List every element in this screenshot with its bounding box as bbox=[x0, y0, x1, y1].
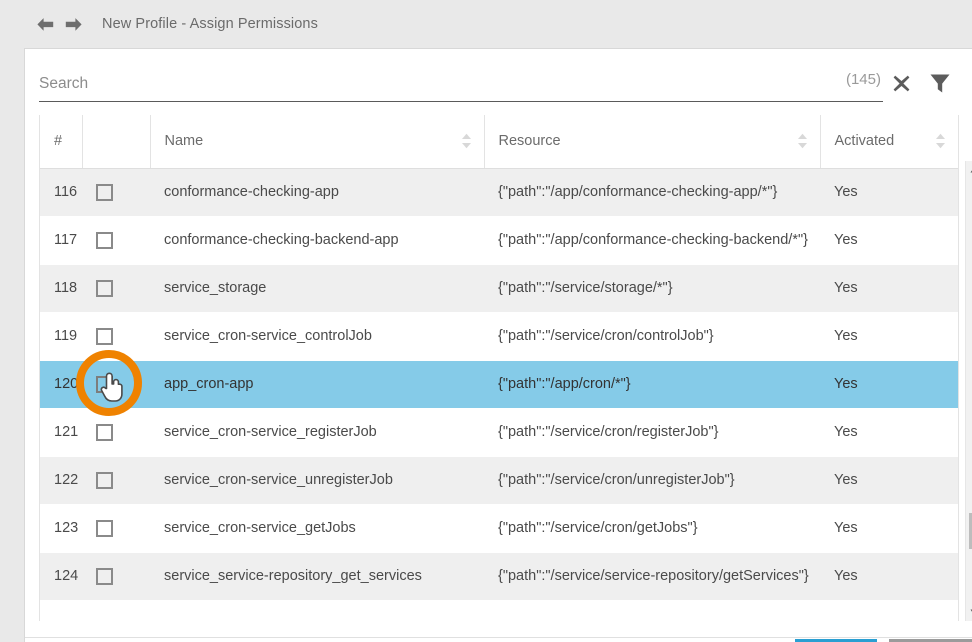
cell-checkbox[interactable] bbox=[82, 216, 150, 264]
column-header-resource-label: Resource bbox=[499, 133, 561, 149]
column-header-number[interactable]: # bbox=[40, 115, 82, 168]
row-select-checkbox[interactable] bbox=[96, 472, 113, 489]
cell-activated: Yes bbox=[820, 264, 958, 312]
cell-checkbox[interactable] bbox=[82, 552, 150, 600]
cell-resource: {"path":"/app/conformance-checking-app/*… bbox=[484, 168, 820, 216]
row-select-checkbox[interactable] bbox=[96, 424, 113, 441]
cell-name: service_cron-service_controlJob bbox=[150, 312, 484, 360]
assign-permissions-dialog: (145) # bbox=[24, 48, 972, 642]
column-header-number-label: # bbox=[54, 133, 62, 149]
table-row[interactable]: 116 conformance-checking-app{"path":"/app… bbox=[40, 168, 958, 216]
cell-activated: Yes bbox=[820, 552, 958, 600]
cell-resource: {"path":"/service/cron/unregisterJob"} bbox=[484, 456, 820, 504]
triangle-down-icon[interactable] bbox=[966, 604, 972, 621]
cell-name: service_cron-service_registerJob bbox=[150, 408, 484, 456]
cell-activated: Yes bbox=[820, 168, 958, 216]
cell-name: conformance-checking-app bbox=[150, 168, 484, 216]
cell-row-number: 119 bbox=[40, 312, 82, 360]
permissions-table-container: # Name Resource bbox=[39, 115, 959, 621]
cell-activated: Yes bbox=[820, 408, 958, 456]
vertical-scrollbar[interactable] bbox=[965, 161, 972, 621]
column-header-name[interactable]: Name bbox=[150, 115, 484, 168]
search-bar: (145) bbox=[25, 49, 972, 111]
column-header-resource[interactable]: Resource bbox=[484, 115, 820, 168]
cell-name: service_storage bbox=[150, 264, 484, 312]
cell-checkbox[interactable] bbox=[82, 504, 150, 552]
cell-resource: {"path":"/service/storage/*"} bbox=[484, 264, 820, 312]
cell-row-number: 123 bbox=[40, 504, 82, 552]
cell-name: service_cron-service_getJobs bbox=[150, 504, 484, 552]
result-count-label: (145) bbox=[821, 71, 881, 88]
table-row[interactable]: 123 service_cron-service_getJobs{"path":"… bbox=[40, 504, 958, 552]
cell-name: service_service-repository_get_services bbox=[150, 552, 484, 600]
cell-activated: Yes bbox=[820, 504, 958, 552]
cell-checkbox[interactable] bbox=[82, 168, 150, 216]
cell-activated: Yes bbox=[820, 216, 958, 264]
filter-funnel-icon[interactable] bbox=[927, 70, 953, 96]
row-select-checkbox[interactable] bbox=[96, 520, 113, 537]
table-header: # Name Resource bbox=[40, 115, 958, 168]
column-header-checkbox bbox=[82, 115, 150, 168]
cell-resource: {"path":"/service/cron/registerJob"} bbox=[484, 408, 820, 456]
cell-checkbox[interactable] bbox=[82, 264, 150, 312]
table-row[interactable]: 119 service_cron-service_controlJob{"path… bbox=[40, 312, 958, 360]
table-body: 116conformance-checking-app{"path":"/app… bbox=[40, 168, 958, 600]
row-select-checkbox[interactable] bbox=[96, 328, 113, 345]
cell-resource: {"path":"/service/cron/controlJob"} bbox=[484, 312, 820, 360]
column-header-activated[interactable]: Activated bbox=[820, 115, 958, 168]
cell-activated: Yes bbox=[820, 360, 958, 408]
arrow-left-icon[interactable] bbox=[34, 13, 56, 35]
cell-resource: {"path":"/service/service-repository/get… bbox=[484, 552, 820, 600]
application-window: New Profile - Assign Permissions (145) bbox=[0, 0, 972, 642]
cell-name: service_cron-service_unregisterJob bbox=[150, 456, 484, 504]
cell-row-number: 122 bbox=[40, 456, 82, 504]
cell-row-number: 124 bbox=[40, 552, 82, 600]
cell-activated: Yes bbox=[820, 312, 958, 360]
table-row[interactable]: 121 service_cron-service_registerJob{"pat… bbox=[40, 408, 958, 456]
breadcrumb-bar: New Profile - Assign Permissions bbox=[0, 0, 972, 48]
cell-name: conformance-checking-backend-app bbox=[150, 216, 484, 264]
table-header-row: # Name Resource bbox=[40, 115, 958, 168]
row-select-checkbox[interactable] bbox=[96, 568, 113, 585]
column-header-activated-label: Activated bbox=[835, 133, 895, 149]
row-select-checkbox[interactable] bbox=[96, 184, 113, 201]
sort-arrows-icon bbox=[461, 133, 472, 149]
cell-row-number: 117 bbox=[40, 216, 82, 264]
permissions-table: # Name Resource bbox=[40, 115, 958, 601]
table-row[interactable]: 118 service_storage{"path":"/service/stor… bbox=[40, 264, 958, 312]
cell-activated: Yes bbox=[820, 456, 958, 504]
table-row[interactable]: 124 service_service-repository_get_servic… bbox=[40, 552, 958, 600]
cell-checkbox[interactable] bbox=[82, 456, 150, 504]
cell-row-number: 121 bbox=[40, 408, 82, 456]
row-select-checkbox[interactable] bbox=[96, 280, 113, 297]
table-row[interactable]: 122 service_cron-service_unregisterJob{"p… bbox=[40, 456, 958, 504]
cell-resource: {"path":"/app/cron/*"} bbox=[484, 360, 820, 408]
row-select-checkbox[interactable] bbox=[96, 232, 113, 249]
cell-resource: {"path":"/service/cron/getJobs"} bbox=[484, 504, 820, 552]
page-title: New Profile - Assign Permissions bbox=[102, 16, 318, 32]
search-underline bbox=[39, 101, 883, 102]
triangle-up-icon[interactable] bbox=[966, 161, 972, 178]
cell-row-number: 116 bbox=[40, 168, 82, 216]
row-select-checkbox[interactable] bbox=[96, 376, 113, 393]
cell-checkbox[interactable] bbox=[82, 408, 150, 456]
search-input[interactable] bbox=[39, 67, 829, 101]
cell-checkbox[interactable] bbox=[82, 360, 150, 408]
cell-resource: {"path":"/app/conformance-checking-backe… bbox=[484, 216, 820, 264]
sort-arrows-icon bbox=[797, 133, 808, 149]
cell-name: app_cron-app bbox=[150, 360, 484, 408]
arrow-right-icon[interactable] bbox=[62, 13, 84, 35]
table-row[interactable]: 120 app_cron-app{"path":"/app/cron/*"}Yes bbox=[40, 360, 958, 408]
sort-arrows-icon bbox=[935, 133, 946, 149]
table-row[interactable]: 117 conformance-checking-backend-app{"pat… bbox=[40, 216, 958, 264]
cell-checkbox[interactable] bbox=[82, 312, 150, 360]
cell-row-number: 118 bbox=[40, 264, 82, 312]
column-header-name-label: Name bbox=[165, 133, 204, 149]
close-x-icon[interactable] bbox=[889, 71, 913, 95]
cell-row-number: 120 bbox=[40, 360, 82, 408]
